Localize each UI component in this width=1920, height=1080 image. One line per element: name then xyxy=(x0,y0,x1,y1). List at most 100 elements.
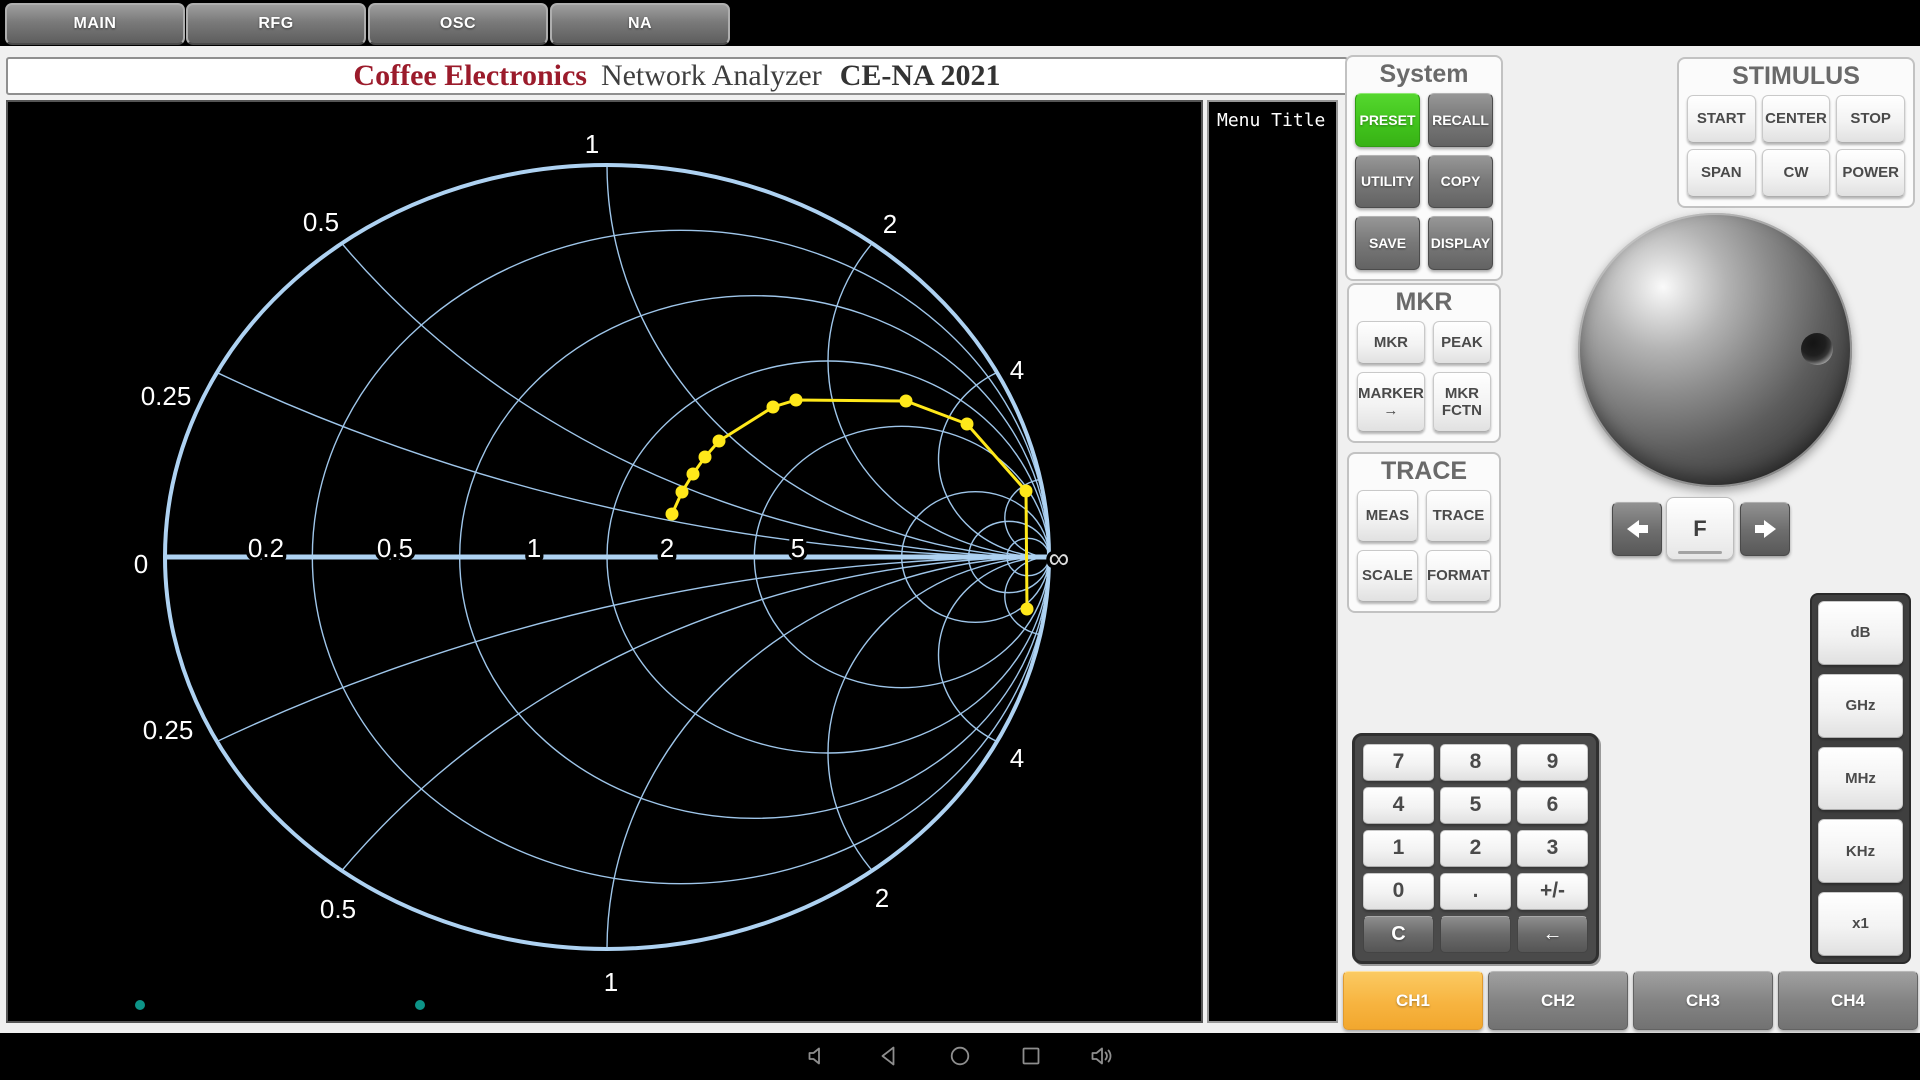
f-key-underline xyxy=(1678,551,1723,554)
tab-main[interactable]: MAIN xyxy=(5,3,185,45)
channel-1-button[interactable]: CH1 xyxy=(1343,971,1483,1030)
svg-text:1: 1 xyxy=(527,533,541,563)
cw-button[interactable]: CW xyxy=(1762,149,1831,197)
center-button[interactable]: CENTER xyxy=(1762,95,1831,143)
svg-text:2: 2 xyxy=(875,883,889,913)
key-plusminus[interactable]: +/- xyxy=(1517,873,1588,910)
key-4[interactable]: 4 xyxy=(1363,787,1434,824)
stimulus-buttons: START CENTER STOP SPAN CW POWER xyxy=(1679,93,1913,206)
key-blank[interactable] xyxy=(1440,916,1511,953)
channel-4-button[interactable]: CH4 xyxy=(1778,971,1918,1030)
system-panel: System PRESET RECALL UTILITY COPY SAVE D… xyxy=(1345,55,1503,281)
smith-chart-panel: 10.520.2540.2540.52100.20.5125∞ xyxy=(6,100,1203,1023)
product-name: Network Analyzer xyxy=(601,59,822,93)
key-9[interactable]: 9 xyxy=(1517,744,1588,781)
recall-button[interactable]: RECALL xyxy=(1428,93,1493,147)
stop-button[interactable]: STOP xyxy=(1836,95,1905,143)
meas-button[interactable]: MEAS xyxy=(1357,490,1418,542)
span-button[interactable]: SPAN xyxy=(1687,149,1756,197)
key-backspace[interactable]: ← xyxy=(1517,916,1588,953)
preset-button[interactable]: PRESET xyxy=(1355,93,1420,147)
menu-title: Menu Title xyxy=(1207,100,1338,131)
mkr-button[interactable]: MKR xyxy=(1357,321,1425,364)
trace-heading: TRACE xyxy=(1349,454,1499,488)
back-icon[interactable] xyxy=(876,1043,902,1069)
scale-button[interactable]: SCALE xyxy=(1357,550,1418,602)
display-button[interactable]: DISPLAY xyxy=(1428,216,1493,270)
f-key-button[interactable]: F xyxy=(1666,497,1734,560)
key-5[interactable]: 5 xyxy=(1440,787,1511,824)
system-buttons: PRESET RECALL UTILITY COPY SAVE DISPLAY xyxy=(1347,91,1501,279)
system-heading: System xyxy=(1347,57,1501,91)
svg-text:0.5: 0.5 xyxy=(377,533,413,563)
brand-name: Coffee Electronics xyxy=(353,59,587,93)
ghz-unit-key[interactable]: GHz xyxy=(1818,674,1903,738)
step-down-button[interactable] xyxy=(1612,502,1662,556)
volume-down-icon[interactable] xyxy=(805,1043,831,1069)
svg-text:2: 2 xyxy=(883,209,897,239)
db-unit-key[interactable]: dB xyxy=(1818,601,1903,665)
key-8[interactable]: 8 xyxy=(1440,744,1511,781)
peak-button[interactable]: PEAK xyxy=(1433,321,1491,364)
unit-key-column: dB GHz MHz KHz x1 xyxy=(1810,593,1911,964)
svg-text:0.5: 0.5 xyxy=(320,894,356,924)
marker-to-button[interactable]: MARKER → xyxy=(1357,372,1425,432)
recents-icon[interactable] xyxy=(1018,1043,1044,1069)
mkr-panel: MKR MKR PEAK MARKER → MKR FCTN xyxy=(1347,283,1501,443)
mkr-fctn-button[interactable]: MKR FCTN xyxy=(1433,372,1491,432)
mhz-unit-key[interactable]: MHz xyxy=(1818,747,1903,811)
smith-chart: 10.520.2540.2540.52100.20.5125∞ xyxy=(6,100,1203,1023)
top-tab-bar: MAIN RFG OSC NA xyxy=(0,0,1920,46)
instrument-screen: MAIN RFG OSC NA Coffee Electronics Netwo… xyxy=(0,0,1920,1080)
knob-dimple xyxy=(1801,333,1833,365)
key-0[interactable]: 0 xyxy=(1363,873,1434,910)
utility-button[interactable]: UTILITY xyxy=(1355,155,1420,209)
power-button[interactable]: POWER xyxy=(1836,149,1905,197)
numeric-keypad: 7 8 9 4 5 6 1 2 3 0 . +/- C ← xyxy=(1352,733,1599,964)
stimulus-heading: STIMULUS xyxy=(1679,59,1913,93)
smith-labels: 10.520.2540.2540.52100.20.5125∞ xyxy=(134,129,1070,997)
channel-2-button[interactable]: CH2 xyxy=(1488,971,1628,1030)
svg-text:0.2: 0.2 xyxy=(248,533,284,563)
step-up-button[interactable] xyxy=(1740,502,1790,556)
save-button[interactable]: SAVE xyxy=(1355,216,1420,270)
svg-text:2: 2 xyxy=(660,533,674,563)
model-number: CE-NA 2021 xyxy=(840,59,1001,93)
key-3[interactable]: 3 xyxy=(1517,830,1588,867)
key-7[interactable]: 7 xyxy=(1363,744,1434,781)
mkr-heading: MKR xyxy=(1349,285,1499,319)
start-button[interactable]: START xyxy=(1687,95,1756,143)
key-decimal[interactable]: . xyxy=(1440,873,1511,910)
key-2[interactable]: 2 xyxy=(1440,830,1511,867)
right-arrow-icon xyxy=(1755,520,1776,538)
f-key-label: F xyxy=(1693,516,1706,542)
title-bar: Coffee Electronics Network Analyzer CE-N… xyxy=(6,57,1348,95)
smith-grid xyxy=(6,100,1203,1023)
tab-osc[interactable]: OSC xyxy=(368,3,548,45)
x1-unit-key[interactable]: x1 xyxy=(1818,892,1903,956)
nav-icons xyxy=(805,1043,1115,1069)
channel-3-button[interactable]: CH3 xyxy=(1633,971,1773,1030)
svg-text:0: 0 xyxy=(134,549,148,579)
rotary-knob[interactable] xyxy=(1578,213,1852,487)
reactance-arcs xyxy=(6,100,1203,1023)
mkr-buttons: MKR PEAK MARKER → MKR FCTN xyxy=(1349,319,1499,441)
format-button[interactable]: FORMAT xyxy=(1426,550,1491,602)
svg-text:0.25: 0.25 xyxy=(143,715,194,745)
svg-text:0.25: 0.25 xyxy=(141,381,192,411)
home-icon[interactable] xyxy=(947,1043,973,1069)
key-clear[interactable]: C xyxy=(1363,916,1434,953)
tab-na[interactable]: NA xyxy=(550,3,730,45)
key-1[interactable]: 1 xyxy=(1363,830,1434,867)
stimulus-panel: STIMULUS START CENTER STOP SPAN CW POWER xyxy=(1677,57,1915,208)
trace-button[interactable]: TRACE xyxy=(1426,490,1491,542)
menu-panel: Menu Title xyxy=(1207,100,1338,1023)
khz-unit-key[interactable]: KHz xyxy=(1818,819,1903,883)
key-6[interactable]: 6 xyxy=(1517,787,1588,824)
android-nav-bar xyxy=(0,1033,1920,1080)
trace-panel: TRACE MEAS TRACE SCALE FORMAT xyxy=(1347,452,1501,613)
tab-rfg[interactable]: RFG xyxy=(186,3,366,45)
copy-button[interactable]: COPY xyxy=(1428,155,1493,209)
volume-up-icon[interactable] xyxy=(1089,1043,1115,1069)
status-indicator-dots xyxy=(135,1000,425,1010)
